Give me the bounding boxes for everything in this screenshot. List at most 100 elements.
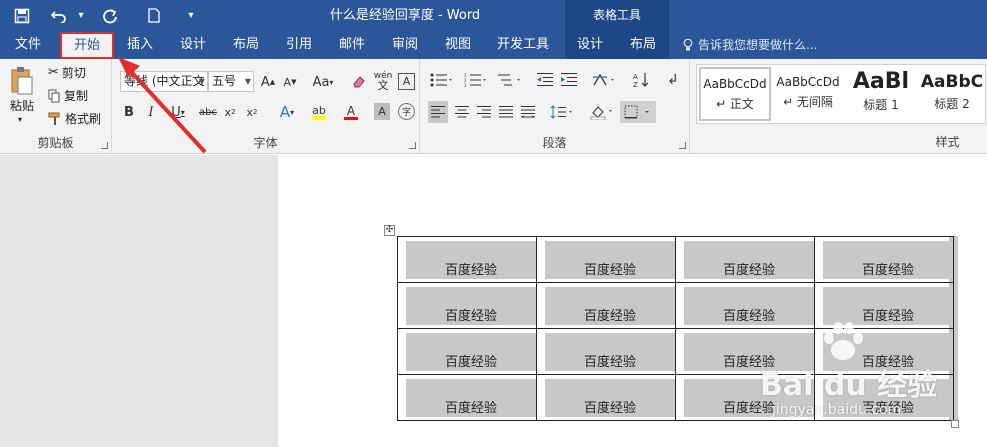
phonetic-guide-icon[interactable]: wén 文 <box>374 71 393 92</box>
distributed-icon[interactable] <box>518 101 538 123</box>
clipboard-group: 粘贴 ▾ ✂ 剪切 复制 格式刷 剪贴板 <box>0 59 112 154</box>
format-painter-button[interactable]: 格式刷 <box>48 110 101 127</box>
character-shading-icon[interactable]: A <box>374 103 390 120</box>
bold-icon[interactable]: B <box>122 103 136 121</box>
align-center-icon[interactable] <box>452 101 472 123</box>
multilevel-list-icon[interactable] <box>496 71 524 89</box>
style-normal[interactable]: AaBbCcDd ↵ 正文 <box>699 67 771 121</box>
table-cell[interactable]: 百度经验 <box>397 374 537 421</box>
clipboard-launcher-icon[interactable] <box>101 142 108 149</box>
style-heading-2[interactable]: AaBbC 标题 2 <box>918 67 986 121</box>
decrease-indent-icon[interactable] <box>536 71 554 89</box>
font-name-value: 等线 (中文正文 <box>124 74 205 88</box>
paragraph-launcher-icon[interactable] <box>679 142 686 149</box>
table-move-handle-icon[interactable]: ✣ <box>384 225 395 236</box>
enclose-characters-icon[interactable]: 字 <box>398 103 415 120</box>
change-case-icon[interactable]: Aa ▾ <box>308 73 338 91</box>
table-cell[interactable]: 百度经验 <box>536 236 676 283</box>
strikethrough-icon[interactable]: abc <box>198 103 218 121</box>
table-cell[interactable]: 百度经验 <box>536 282 676 329</box>
clear-formatting-icon[interactable] <box>350 73 368 91</box>
line-spacing-icon[interactable] <box>548 101 576 123</box>
show-formatting-marks-icon[interactable]: ↲ <box>664 71 682 89</box>
styles-gallery: AaBbCcDd ↵ 正文 AaBbCcDd ↵ 无间隔 AaBl 标题 1 A… <box>696 64 986 124</box>
bullets-icon[interactable] <box>428 71 456 89</box>
style-normal-name: ↵ 正文 <box>716 97 754 111</box>
table-cell[interactable]: 百度经验 <box>536 328 676 375</box>
borders-icon[interactable] <box>620 101 656 123</box>
cut-button[interactable]: ✂ 剪切 <box>48 64 86 81</box>
font-launcher-icon[interactable] <box>409 142 416 149</box>
cut-label: 剪切 <box>61 66 86 80</box>
tab-table-layout[interactable]: 布局 <box>621 31 665 59</box>
table-cell[interactable]: 百度经验 <box>397 328 537 375</box>
grow-font-icon[interactable]: A ▲ <box>260 73 276 91</box>
cell-text: 百度经验 <box>545 379 675 417</box>
tab-references[interactable]: 引用 <box>277 31 321 59</box>
tab-review[interactable]: 审阅 <box>383 31 427 59</box>
style-no-spacing-sample: AaBbCcDd <box>776 75 840 89</box>
text-effects-icon[interactable]: A ▾ <box>274 103 300 121</box>
tab-insert[interactable]: 插入 <box>118 31 162 59</box>
paste-icon[interactable] <box>8 65 36 97</box>
style-heading-2-sample: AaBbC <box>920 72 984 92</box>
underline-icon[interactable]: U ▾ <box>166 103 190 121</box>
paste-button[interactable]: 粘贴 <box>10 97 34 114</box>
baidu-watermark: Bai du 经验 jingyan.baidu.com <box>760 322 960 430</box>
shrink-font-icon[interactable]: A ▼ <box>282 73 298 91</box>
style-heading-1[interactable]: AaBl 标题 1 <box>845 67 917 121</box>
shading-icon[interactable] <box>588 101 616 123</box>
cell-text: 百度经验 <box>823 241 953 279</box>
align-right-icon[interactable] <box>474 101 494 123</box>
undo-icon[interactable] <box>44 0 74 31</box>
style-no-spacing[interactable]: AaBbCcDd ↵ 无间隔 <box>772 67 844 121</box>
customize-qat-icon[interactable]: ▾ <box>176 0 206 31</box>
font-size-combo[interactable]: 五号 ▼ <box>208 71 254 92</box>
new-document-icon[interactable] <box>132 0 176 31</box>
italic-icon[interactable]: I <box>144 103 158 121</box>
font-name-combo[interactable]: 等线 (中文正文 ▼ <box>120 71 208 92</box>
save-icon[interactable] <box>0 0 44 31</box>
tab-layout[interactable]: 布局 <box>224 31 268 59</box>
tab-developer[interactable]: 开发工具 <box>490 31 556 59</box>
font-color-icon[interactable]: A <box>338 103 364 121</box>
highlight-color-icon[interactable]: ab <box>306 103 332 121</box>
numbering-icon[interactable]: 123 <box>462 71 490 89</box>
table-cell[interactable]: 百度经验 <box>814 236 954 283</box>
tab-design[interactable]: 设计 <box>171 31 215 59</box>
paw-logo-icon <box>824 322 863 360</box>
tab-view[interactable]: 视图 <box>436 31 480 59</box>
table-cell[interactable]: 百度经验 <box>397 282 537 329</box>
chinese-layout-icon[interactable] <box>590 71 618 89</box>
character-border-icon[interactable]: A <box>398 73 415 90</box>
tab-mailings[interactable]: 邮件 <box>330 31 374 59</box>
paste-label: 粘贴 <box>10 99 35 113</box>
subscript-icon[interactable]: x2 <box>222 103 238 121</box>
tab-table-design[interactable]: 设计 <box>568 31 612 59</box>
style-heading-1-name: 标题 1 <box>863 98 899 112</box>
tab-file[interactable]: 文件 <box>6 31 50 59</box>
svg-text:A: A <box>633 73 638 81</box>
sort-icon[interactable]: AZ <box>632 71 650 89</box>
cell-text: 百度经验 <box>406 333 536 371</box>
undo-dropdown-icon[interactable]: ▾ <box>74 0 88 31</box>
cell-text: 百度经验 <box>406 287 536 325</box>
table-cell[interactable]: 百度经验 <box>397 236 537 283</box>
tell-me-box[interactable]: 告诉我您想要做什么... <box>683 31 817 59</box>
quick-access-toolbar: ▾ ▾ <box>0 0 206 31</box>
cell-text: 百度经验 <box>406 241 536 279</box>
table-row: 百度经验 百度经验 百度经验 百度经验 <box>397 236 954 283</box>
justify-icon[interactable] <box>496 101 516 123</box>
copy-button[interactable]: 复制 <box>48 87 88 104</box>
tab-home[interactable]: 开始 <box>60 32 114 59</box>
table-cell[interactable]: 百度经验 <box>675 236 815 283</box>
redo-icon[interactable] <box>88 0 132 31</box>
superscript-icon[interactable]: x2 <box>244 103 260 121</box>
left-margin-area <box>0 155 278 447</box>
cell-text: 百度经验 <box>406 379 536 417</box>
paste-dropdown-icon[interactable]: ▾ <box>18 115 22 124</box>
align-left-icon[interactable] <box>428 101 448 123</box>
increase-indent-icon[interactable] <box>560 71 578 89</box>
table-cell[interactable]: 百度经验 <box>675 282 815 329</box>
table-cell[interactable]: 百度经验 <box>536 374 676 421</box>
